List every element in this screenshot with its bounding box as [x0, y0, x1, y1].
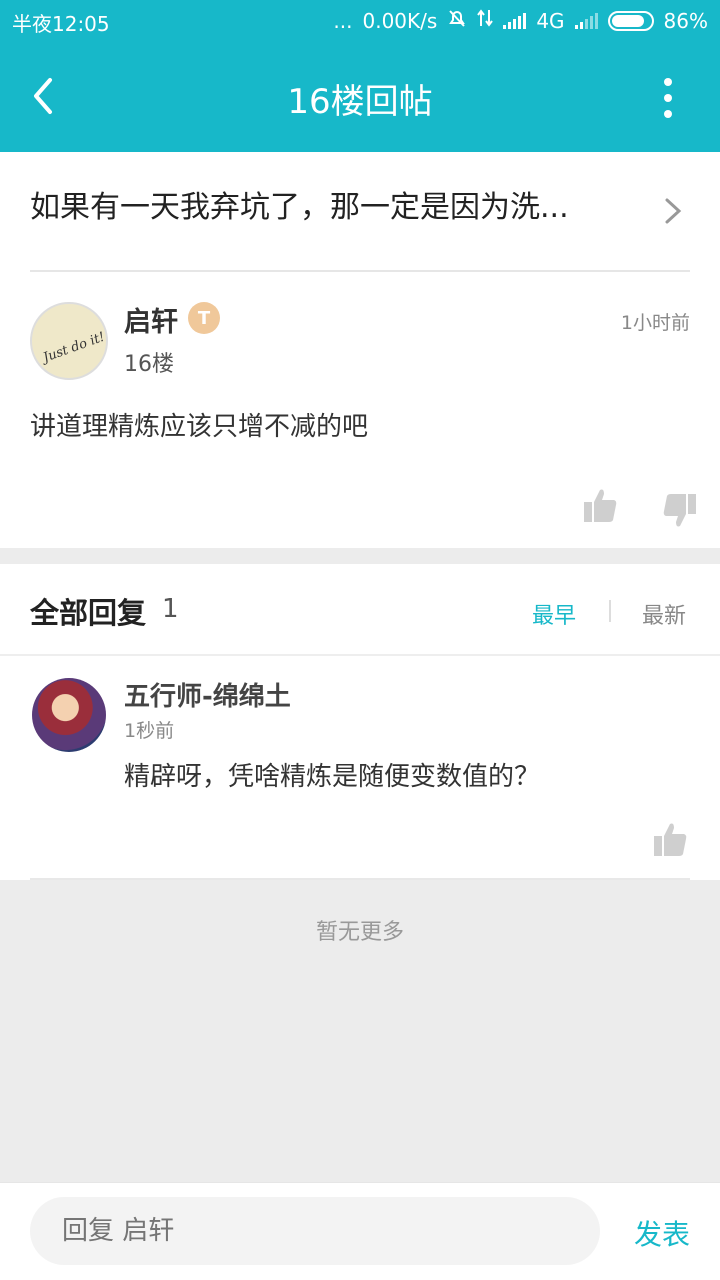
floor-number: 16楼: [124, 352, 174, 377]
replies-header: 全部回复: [30, 596, 147, 630]
dot-icon: [664, 78, 672, 86]
post-card: 如果有一天我弃坑了，那一定是因为洗... Just do it! 启轩 T 16…: [0, 152, 720, 548]
status-icons: ... 0.00K/s 4G 86%: [333, 8, 708, 33]
network-type: 4G: [536, 8, 565, 33]
status-time: 半夜12:05: [12, 12, 110, 36]
page-title: 16楼回帖: [287, 82, 433, 122]
status-dots: ...: [333, 8, 353, 33]
mute-bell-icon: [447, 8, 467, 33]
reply-input[interactable]: [30, 1197, 600, 1265]
post-content: 讲道理精炼应该只增不减的吧: [30, 412, 369, 442]
header: 半夜12:05 ... 0.00K/s 4G 86% 16楼回帖: [0, 0, 720, 152]
level-badge: T: [188, 302, 220, 334]
divider: [0, 654, 720, 656]
reply-avatar[interactable]: [32, 678, 106, 752]
chevron-right-icon: [665, 198, 682, 224]
thread-title: 如果有一天我弃坑了，那一定是因为洗...: [30, 190, 569, 225]
dislike-button[interactable]: [662, 490, 698, 530]
signal-icon: [503, 12, 527, 29]
author-name[interactable]: 启轩: [124, 300, 178, 339]
no-more-text: 暂无更多: [315, 920, 404, 945]
reply-author-name[interactable]: 五行师-绵绵土: [124, 676, 291, 713]
app-bar: 16楼回帖: [0, 40, 720, 152]
thread-title-link[interactable]: 如果有一天我弃坑了，那一定是因为洗...: [30, 182, 690, 246]
dot-icon: [664, 94, 672, 102]
dot-icon: [664, 110, 672, 118]
thumbs-up-icon: [654, 823, 687, 856]
sort-newest-tab[interactable]: 最新: [642, 598, 686, 630]
avatar-image: Just do it!: [38, 330, 107, 367]
data-arrows-icon: [477, 8, 494, 33]
divider: [30, 878, 690, 880]
battery-percent: 86%: [663, 8, 708, 33]
more-menu-button[interactable]: [660, 78, 676, 118]
replies-section: 全部回复 1 最早 最新 五行师-绵绵土 1秒前 精辟呀，凭啥精炼是随便变数值的…: [0, 564, 720, 880]
sort-earliest-tab[interactable]: 最早: [532, 598, 576, 630]
thumbs-up-icon: [584, 489, 617, 522]
like-button[interactable]: [582, 486, 618, 526]
signal-2-icon: [574, 12, 598, 29]
replies-count: 1: [162, 594, 179, 624]
avatar-text: Just do it!: [38, 330, 107, 367]
thumbs-down-icon: [663, 494, 696, 527]
reply-bar: 发表: [0, 1182, 720, 1280]
divider: [30, 270, 690, 272]
net-speed: 0.00K/s: [362, 8, 438, 33]
post-time: 1小时前: [620, 312, 690, 334]
author-avatar[interactable]: Just do it!: [30, 302, 108, 380]
reply-like-button[interactable]: [652, 820, 688, 860]
divider: [609, 600, 611, 622]
reply-content: 精辟呀，凭啥精炼是随便变数值的？: [124, 762, 541, 792]
reply-time: 1秒前: [124, 720, 175, 742]
send-button[interactable]: 发表: [634, 1213, 690, 1253]
battery-icon: [607, 10, 654, 31]
status-bar: 半夜12:05 ... 0.00K/s 4G 86%: [0, 0, 720, 40]
